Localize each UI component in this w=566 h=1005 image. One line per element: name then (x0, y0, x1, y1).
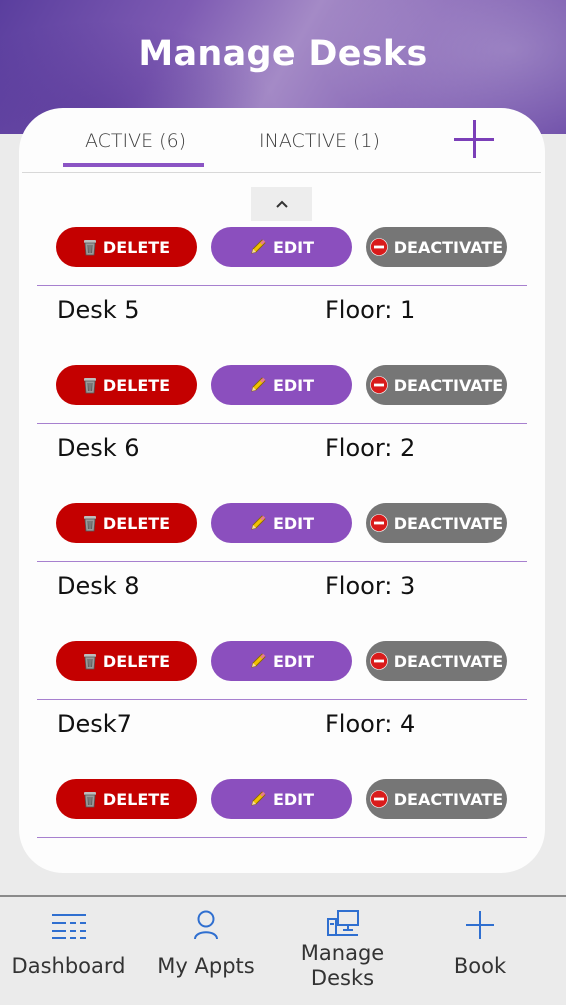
deactivate-button[interactable]: DEACTIVATE (366, 503, 507, 543)
pencil-icon (251, 515, 266, 530)
nav-manage-desks[interactable]: Manage Desks (275, 897, 410, 1005)
page-title: Manage Desks (138, 34, 428, 74)
deactivate-button[interactable]: DEACTIVATE (366, 365, 507, 405)
edit-label: EDIT (272, 375, 315, 395)
deactivate-label: DEACTIVATE (393, 513, 504, 533)
edit-button[interactable]: EDIT (211, 503, 352, 543)
row-divider (37, 423, 527, 424)
row-divider (37, 561, 527, 562)
edit-label: EDIT (272, 651, 315, 671)
pencil-icon (251, 791, 266, 806)
desk-list-card (19, 108, 545, 873)
plus-icon (466, 911, 494, 939)
nav-label: My Appts (157, 954, 255, 978)
deactivate-button[interactable]: DEACTIVATE (366, 641, 507, 681)
delete-button[interactable]: DELETE (56, 227, 197, 267)
no-entry-icon (369, 790, 388, 808)
edit-button[interactable]: EDIT (211, 779, 352, 819)
tab-active[interactable]: ACTIVE (6) (85, 130, 186, 152)
edit-button[interactable]: EDIT (211, 227, 352, 267)
pencil-icon (251, 653, 266, 668)
pencil-icon (251, 377, 266, 392)
desk-name: Desk 8 (57, 572, 140, 600)
desk-floor: Floor: 2 (325, 434, 416, 462)
desk-floor: Floor: 3 (325, 572, 416, 600)
no-entry-icon (369, 514, 388, 532)
desk-monitor-icon (326, 910, 359, 936)
delete-label: DELETE (102, 513, 171, 533)
add-desk-button[interactable] (452, 118, 496, 162)
delete-button[interactable]: DELETE (56, 641, 197, 681)
trash-icon (83, 377, 96, 393)
edit-button[interactable]: EDIT (211, 365, 352, 405)
nav-my-appts[interactable]: My Appts (137, 897, 275, 1005)
chevron-up-icon (275, 200, 288, 208)
no-entry-icon (369, 652, 388, 670)
scroll-up-button[interactable] (251, 187, 312, 221)
deactivate-label: DEACTIVATE (393, 789, 504, 809)
active-tab-indicator (63, 163, 204, 167)
bottom-nav: Dashboard My Appts Manage Desks Book (0, 895, 566, 1005)
trash-icon (83, 515, 96, 531)
nav-label: Dashboard (11, 954, 126, 978)
deactivate-label: DEACTIVATE (393, 237, 504, 257)
edit-label: EDIT (272, 789, 315, 809)
desk-floor: Floor: 1 (325, 296, 416, 324)
delete-label: DELETE (102, 237, 171, 257)
edit-label: EDIT (272, 513, 315, 533)
edit-label: EDIT (272, 237, 315, 257)
delete-label: DELETE (102, 651, 171, 671)
list-icon (51, 914, 86, 939)
nav-label: Manage Desks (300, 941, 385, 990)
trash-icon (83, 791, 96, 807)
no-entry-icon (369, 376, 388, 394)
nav-label: Book (453, 954, 507, 978)
deactivate-label: DEACTIVATE (393, 375, 504, 395)
delete-button[interactable]: DELETE (56, 779, 197, 819)
tab-inactive[interactable]: INACTIVE (1) (259, 130, 380, 152)
desk-name: Desk7 (57, 710, 132, 738)
desk-name: Desk 6 (57, 434, 140, 462)
pencil-icon (251, 239, 266, 254)
person-icon (194, 910, 218, 940)
row-divider (37, 699, 527, 700)
nav-book[interactable]: Book (410, 897, 550, 1005)
trash-icon (83, 653, 96, 669)
deactivate-button[interactable]: DEACTIVATE (366, 227, 507, 267)
desk-floor: Floor: 4 (325, 710, 416, 738)
deactivate-button[interactable]: DEACTIVATE (366, 779, 507, 819)
row-divider (37, 285, 527, 286)
delete-button[interactable]: DELETE (56, 365, 197, 405)
no-entry-icon (369, 238, 388, 256)
deactivate-label: DEACTIVATE (393, 651, 504, 671)
nav-dashboard[interactable]: Dashboard (0, 897, 137, 1005)
row-divider (37, 837, 527, 838)
delete-button[interactable]: DELETE (56, 503, 197, 543)
desk-name: Desk 5 (57, 296, 140, 324)
edit-button[interactable]: EDIT (211, 641, 352, 681)
delete-label: DELETE (102, 375, 171, 395)
tabs-divider (22, 172, 541, 173)
trash-icon (83, 239, 96, 255)
delete-label: DELETE (102, 789, 171, 809)
